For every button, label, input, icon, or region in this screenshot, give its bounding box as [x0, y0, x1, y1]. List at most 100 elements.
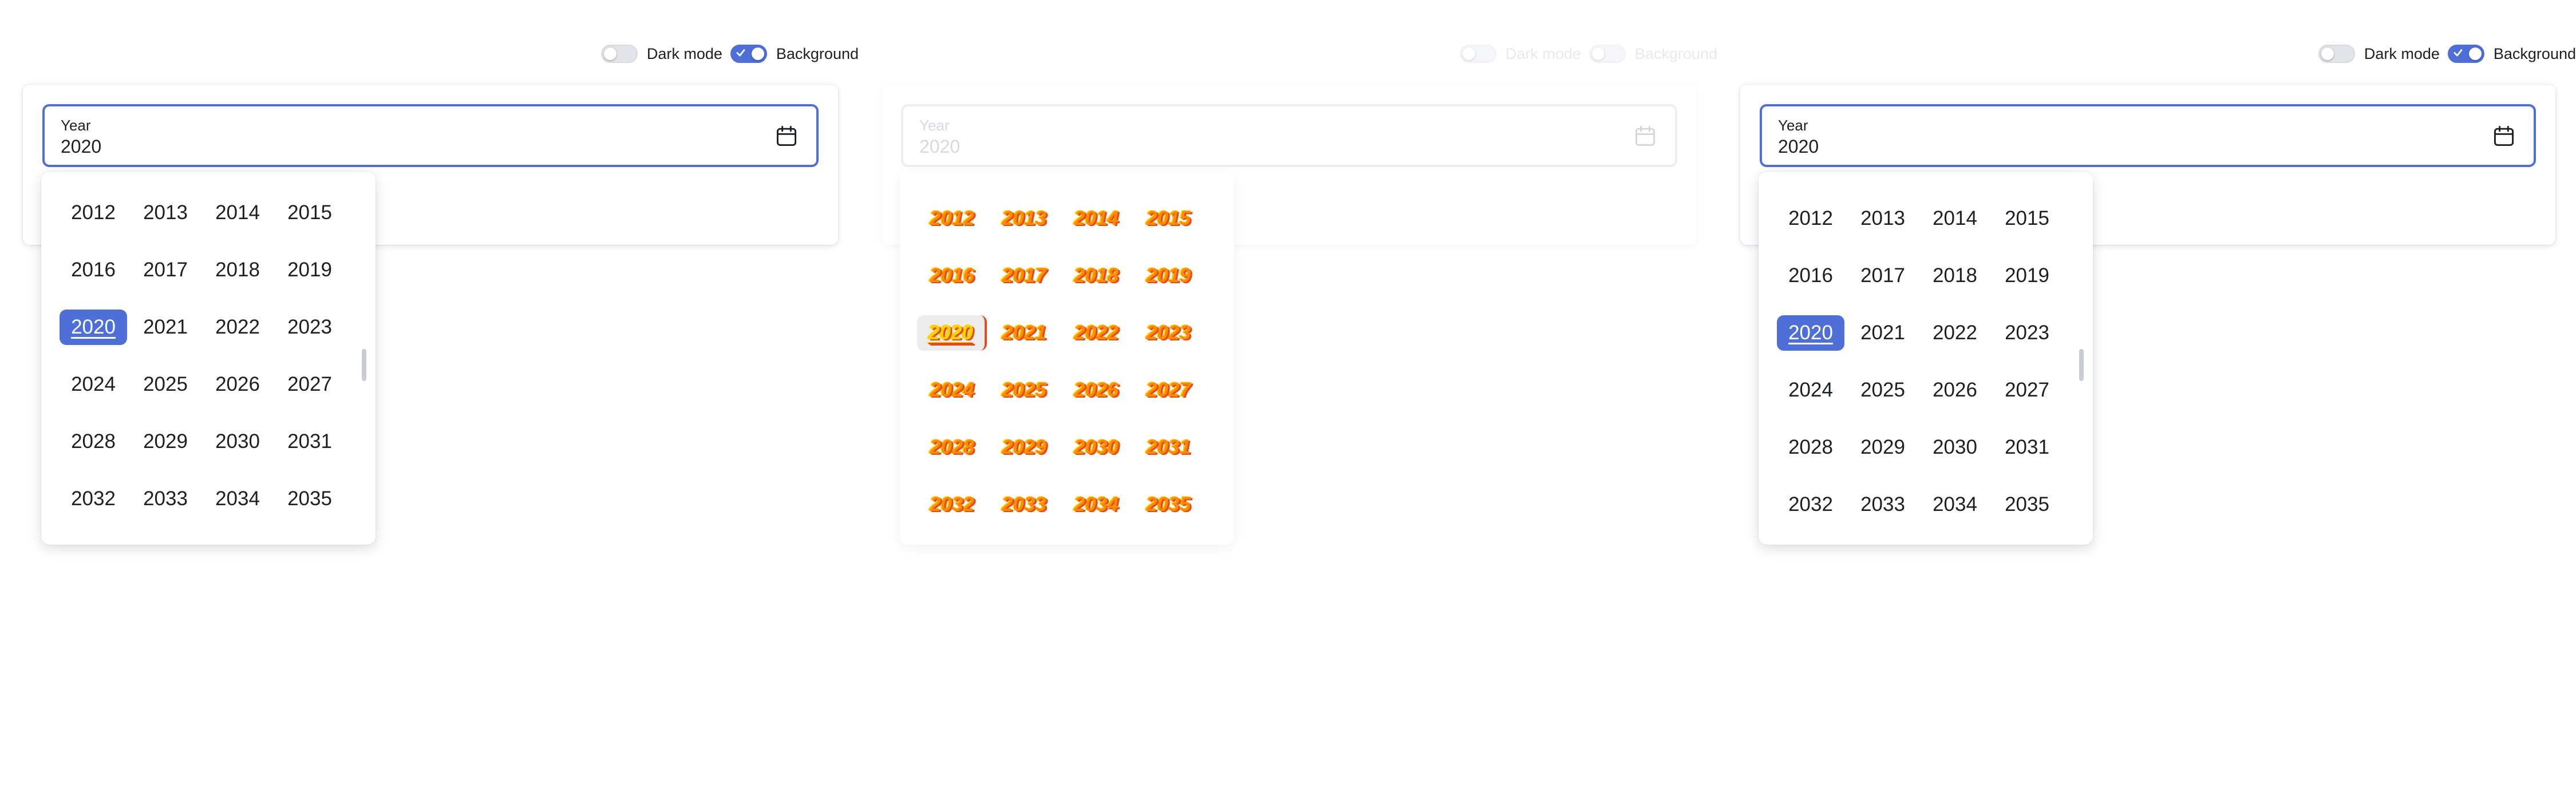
year-option-pill[interactable]: 2022	[1062, 315, 1130, 351]
year-option[interactable]: 2011	[274, 172, 346, 184]
year-option[interactable]: 2018	[1060, 247, 1132, 304]
background-toggle[interactable]: Background	[1589, 45, 1717, 63]
year-option-pill[interactable]: 2032	[918, 487, 986, 522]
year-option[interactable]: 2027	[1132, 362, 1204, 419]
year-option[interactable]: 2024	[57, 356, 129, 413]
year-option-pill[interactable]: 2027	[1135, 372, 1202, 408]
year-option-pill[interactable]: 2009	[1849, 172, 1917, 179]
year-option-pill[interactable]: 2016	[60, 252, 127, 288]
year-option-pill[interactable]: 2034	[204, 481, 271, 517]
year-option-pill[interactable]: 2013	[132, 195, 199, 231]
year-option[interactable]: 2012	[1775, 190, 1847, 247]
year-option[interactable]: 2030	[202, 413, 274, 470]
year-option-pill[interactable]: 2018	[1921, 258, 1989, 294]
year-option-pill[interactable]: 2013	[990, 201, 1058, 236]
year-option[interactable]: 2010	[1919, 172, 1991, 190]
year-option-pill[interactable]: 2034	[1921, 487, 1989, 522]
year-option-pill[interactable]: 2022	[204, 310, 271, 345]
year-option[interactable]: 2029	[129, 413, 202, 470]
year-option-pill[interactable]: 2011	[1993, 172, 2061, 179]
year-option[interactable]: 2034	[1919, 476, 1991, 533]
dark-mode-switch[interactable]	[2318, 45, 2355, 63]
year-option[interactable]: 2025	[1847, 362, 1919, 419]
background-switch[interactable]	[1589, 45, 1626, 63]
year-option-pill[interactable]: 2014	[1062, 201, 1130, 236]
year-option-pill[interactable]: 2024	[918, 372, 986, 408]
year-option-pill[interactable]: 2031	[276, 424, 343, 459]
year-option[interactable]: 2026	[1919, 362, 1991, 419]
year-option-pill[interactable]: 2019	[1993, 258, 2061, 294]
year-option[interactable]: 2019	[1991, 247, 2063, 304]
year-option-pill[interactable]: 2008	[918, 172, 986, 179]
year-option-pill[interactable]: 2009	[132, 172, 199, 173]
year-option[interactable]: 2033	[988, 476, 1060, 533]
year-option[interactable]: 2027	[1991, 362, 2063, 419]
year-option-pill[interactable]: 2029	[132, 424, 199, 459]
year-option[interactable]: 2018	[202, 241, 274, 299]
year-option[interactable]: 2009	[1847, 172, 1919, 190]
year-option[interactable]: 2016	[57, 241, 129, 299]
year-option-pill[interactable]: 2033	[1849, 487, 1917, 522]
year-option[interactable]: 2033	[1847, 476, 1919, 533]
year-option[interactable]: 2022	[1919, 304, 1991, 362]
year-option[interactable]: 2035	[1991, 476, 2063, 533]
year-option-pill[interactable]: 2017	[990, 258, 1058, 294]
year-option[interactable]: 2009	[988, 172, 1060, 190]
year-option-pill[interactable]: 2012	[60, 195, 127, 231]
year-option[interactable]: 2008	[916, 172, 988, 190]
dark-mode-switch[interactable]	[1459, 45, 1496, 63]
year-option-pill[interactable]: 2021	[132, 310, 199, 345]
calendar-icon[interactable]	[1633, 124, 1658, 149]
year-option-selected[interactable]: 2020	[57, 299, 129, 356]
year-option-selected[interactable]: 2020	[916, 304, 988, 362]
year-option[interactable]: 2026	[1060, 362, 1132, 419]
year-option[interactable]: 2027	[274, 356, 346, 413]
year-option[interactable]: 2008	[57, 172, 129, 184]
year-option-pill[interactable]: 2012	[1777, 201, 1844, 236]
year-option[interactable]: 2013	[988, 190, 1060, 247]
year-option-pill[interactable]: 2015	[276, 195, 343, 231]
year-option[interactable]: 2014	[1060, 190, 1132, 247]
year-option-pill[interactable]: 2024	[60, 367, 127, 402]
year-option[interactable]: 2014	[202, 184, 274, 241]
year-option-pill[interactable]: 2008	[60, 172, 127, 173]
year-option[interactable]: 2022	[1060, 304, 1132, 362]
year-option-pill[interactable]: 2029	[1849, 430, 1917, 465]
year-option[interactable]: 2018	[1919, 247, 1991, 304]
year-option-pill[interactable]: 2025	[990, 372, 1058, 408]
year-option-pill[interactable]: 2010	[204, 172, 271, 173]
year-option-pill[interactable]: 2017	[1849, 258, 1917, 294]
year-option-pill[interactable]: 2025	[132, 367, 199, 402]
year-option[interactable]: 2014	[1919, 190, 1991, 247]
year-option[interactable]: 2028	[57, 413, 129, 470]
year-option-pill[interactable]: 2011	[276, 172, 343, 173]
year-option[interactable]: 2021	[988, 304, 1060, 362]
year-option[interactable]: 2031	[1132, 419, 1204, 476]
year-option-pill[interactable]: 2033	[990, 487, 1058, 522]
year-option[interactable]: 2012	[916, 190, 988, 247]
year-option[interactable]: 2015	[274, 184, 346, 241]
year-option[interactable]: 2032	[916, 476, 988, 533]
year-option[interactable]: 2029	[1847, 419, 1919, 476]
dark-mode-toggle[interactable]: Dark mode	[1459, 45, 1581, 63]
year-option[interactable]: 2035	[1132, 476, 1204, 533]
year-option-pill[interactable]: 2020	[1777, 315, 1844, 351]
year-option-pill[interactable]: 2019	[1135, 258, 1202, 294]
background-toggle[interactable]: Background	[2447, 45, 2576, 63]
year-option[interactable]: 2026	[202, 356, 274, 413]
year-option-pill[interactable]: 2026	[204, 367, 271, 402]
year-option-pill[interactable]: 2017	[132, 252, 199, 288]
year-option[interactable]: 2025	[129, 356, 202, 413]
year-option[interactable]: 2017	[988, 247, 1060, 304]
year-option-pill[interactable]: 2034	[1062, 487, 1130, 522]
year-option[interactable]: 2033	[129, 470, 202, 528]
calendar-icon[interactable]	[774, 124, 799, 149]
background-switch[interactable]	[2447, 45, 2484, 63]
year-option-pill[interactable]: 2020	[917, 315, 987, 351]
background-toggle[interactable]: Background	[730, 45, 859, 63]
year-option-pill[interactable]: 2028	[918, 430, 986, 465]
year-option[interactable]: 2028	[916, 419, 988, 476]
year-option-pill[interactable]: 2026	[1921, 372, 1989, 408]
year-option[interactable]: 2035	[274, 470, 346, 528]
year-option[interactable]: 2021	[1847, 304, 1919, 362]
